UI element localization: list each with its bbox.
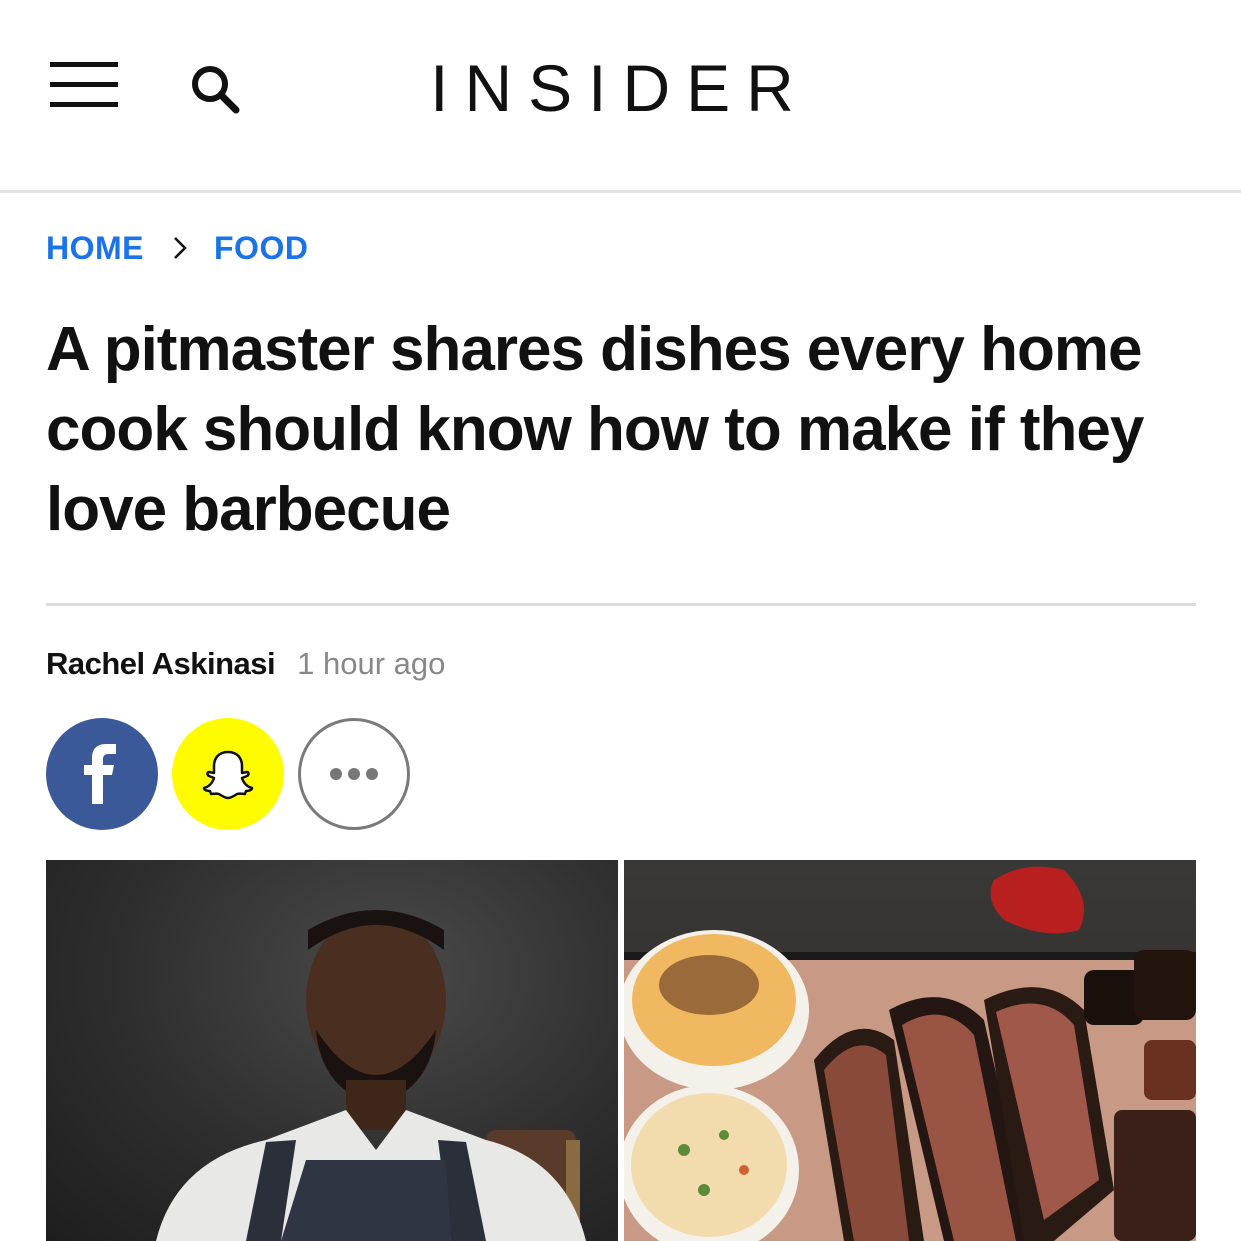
search-icon[interactable] bbox=[188, 62, 244, 118]
facebook-icon bbox=[84, 744, 116, 804]
chevron-right-icon bbox=[172, 235, 188, 261]
snapchat-icon bbox=[202, 750, 254, 800]
divider bbox=[46, 603, 1196, 606]
byline: Rachel Askinasi 1 hour ago bbox=[46, 646, 445, 690]
more-share-button[interactable] bbox=[298, 718, 410, 830]
barbecue-platter-image bbox=[619, 860, 1196, 1241]
hero-image bbox=[46, 860, 1196, 1241]
breadcrumb: HOME FOOD bbox=[46, 228, 308, 268]
site-header: INSIDER bbox=[0, 0, 1241, 193]
snapchat-share-button[interactable] bbox=[172, 718, 284, 830]
hamburger-menu-icon[interactable] bbox=[50, 62, 118, 108]
article-title: A pitmaster shares dishes every home coo… bbox=[46, 315, 1144, 544]
more-options-icon bbox=[330, 768, 378, 780]
pitmaster-portrait-image bbox=[46, 860, 618, 1241]
site-logo[interactable]: INSIDER bbox=[425, 48, 815, 128]
breadcrumb-food-link[interactable]: FOOD bbox=[214, 230, 308, 267]
author-name[interactable]: Rachel Askinasi bbox=[46, 646, 276, 682]
breadcrumb-home-link[interactable]: HOME bbox=[46, 230, 144, 267]
facebook-share-button[interactable] bbox=[46, 718, 158, 830]
share-buttons bbox=[46, 718, 424, 830]
publish-time: 1 hour ago bbox=[297, 646, 446, 681]
